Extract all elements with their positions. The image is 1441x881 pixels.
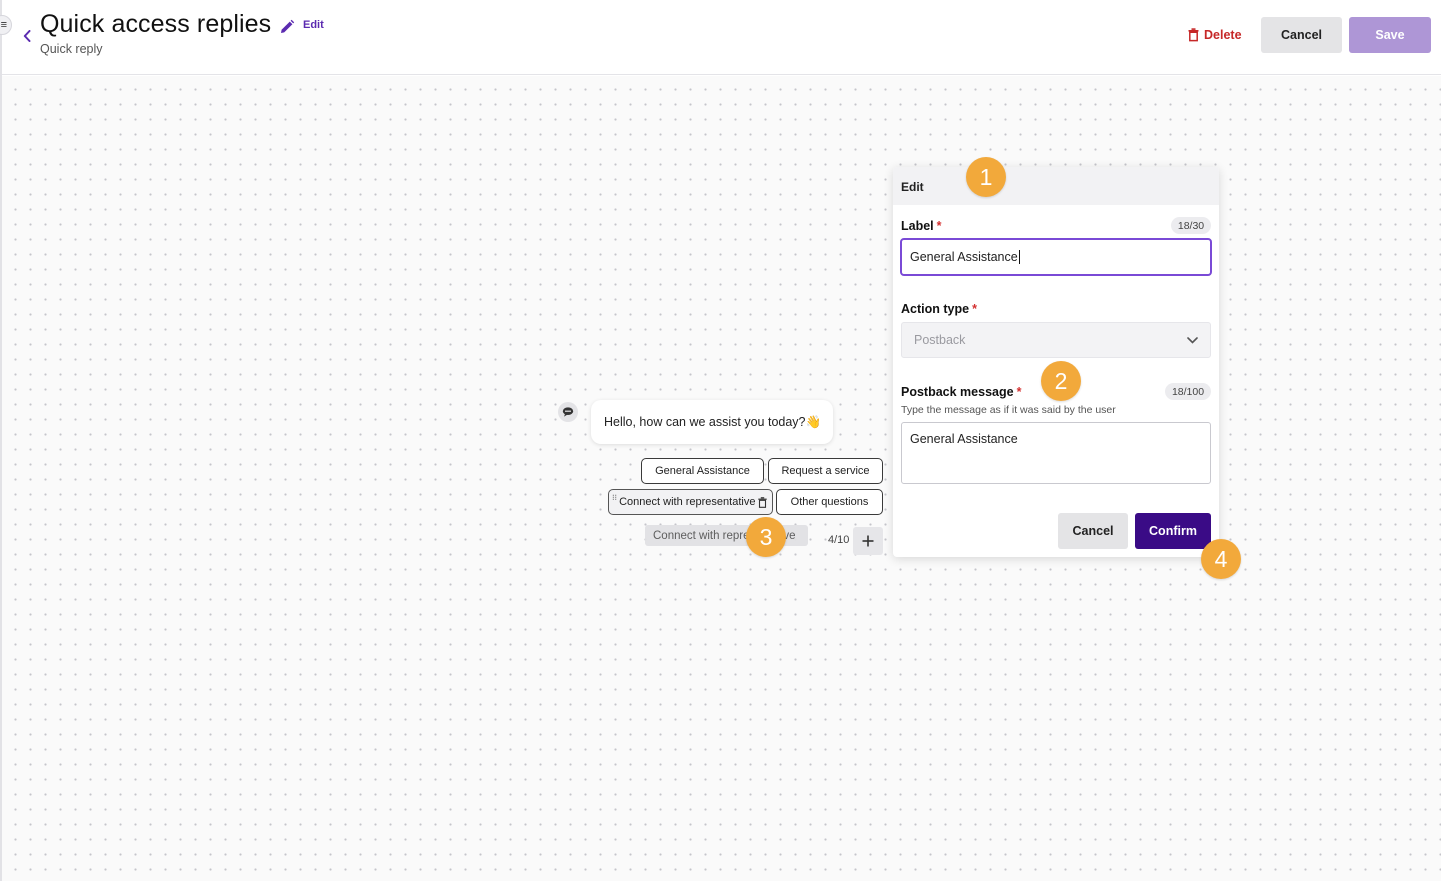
menu-icon: ≡	[0, 19, 7, 31]
plus-icon	[862, 535, 874, 547]
bot-message-bubble: Hello, how can we assist you today?👋	[591, 400, 833, 444]
step-badge-1: 1	[966, 157, 1006, 197]
label-character-counter: 18/30	[1171, 217, 1211, 234]
step-badge-4: 4	[1201, 539, 1241, 579]
page-header: Quick access replies Edit Quick reply De…	[2, 0, 1441, 75]
edit-title-button[interactable]	[279, 19, 295, 35]
text-caret	[1018, 250, 1020, 264]
postback-character-counter: 18/100	[1165, 383, 1211, 400]
chevron-left-icon	[23, 30, 31, 42]
postback-message-textarea[interactable]: General Assistance	[901, 422, 1211, 484]
chip-count: 4/10	[828, 534, 850, 546]
label-field-label: Label *	[901, 219, 942, 233]
step-badge-3: 3	[746, 517, 786, 557]
trash-icon	[1188, 28, 1199, 42]
bot-message-text: Hello, how can we assist you today?👋	[604, 414, 822, 429]
edit-title-link[interactable]: Edit	[303, 19, 324, 31]
chevron-down-icon	[1187, 336, 1198, 344]
add-quick-reply-button[interactable]	[853, 527, 883, 555]
quick-reply-chip-general-assistance[interactable]: General Assistance	[641, 458, 764, 484]
cancel-button[interactable]: Cancel	[1261, 17, 1342, 53]
delete-button[interactable]: Delete	[1188, 25, 1242, 45]
confirm-button[interactable]: Confirm	[1135, 513, 1211, 549]
page-title: Quick access replies	[40, 10, 272, 38]
quick-reply-chip-request-service[interactable]: Request a service	[768, 458, 883, 484]
action-type-select[interactable]: Postback	[901, 322, 1211, 358]
postback-message-label: Postback message *	[901, 385, 1022, 399]
save-button[interactable]: Save	[1349, 17, 1431, 53]
pencil-icon	[281, 19, 295, 33]
drag-handle-icon[interactable]: ⁝⁝	[612, 494, 617, 502]
chip-label: Connect with representative	[619, 496, 756, 508]
quick-reply-chip-other-questions[interactable]: Other questions	[776, 489, 883, 515]
page-subtitle: Quick reply	[40, 42, 103, 56]
postback-helper-text: Type the message as if it was said by th…	[901, 404, 1116, 416]
bot-avatar	[558, 402, 578, 422]
back-button[interactable]	[20, 26, 34, 46]
chat-bubble-icon	[562, 407, 574, 417]
action-type-value: Postback	[914, 333, 966, 347]
trash-icon[interactable]	[758, 496, 768, 508]
quick-reply-chip-connect-representative[interactable]: ⁝⁝ Connect with representative	[608, 489, 773, 515]
delete-label: Delete	[1204, 28, 1242, 42]
label-input[interactable]: General Assistance	[900, 238, 1212, 276]
edit-panel-header: Edit	[893, 167, 1219, 205]
action-type-label: Action type *	[901, 302, 977, 316]
panel-cancel-button[interactable]: Cancel	[1058, 513, 1128, 549]
step-badge-2: 2	[1041, 361, 1081, 401]
